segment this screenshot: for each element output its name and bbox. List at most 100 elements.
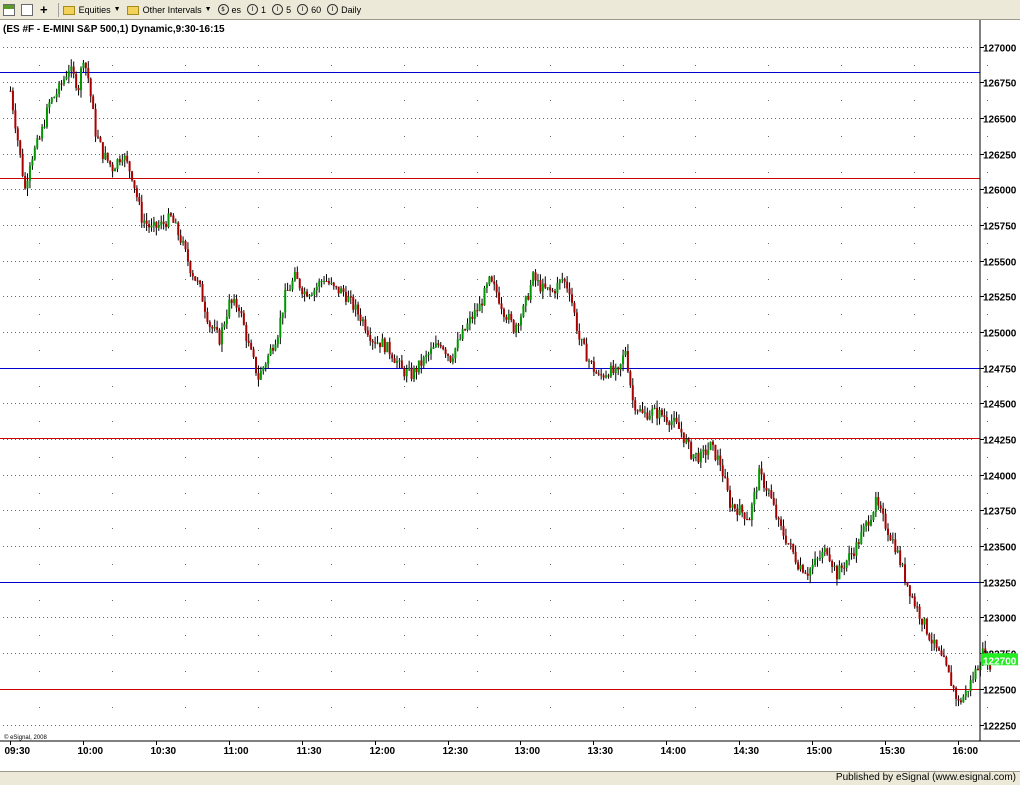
- gridline-dot: [914, 671, 915, 672]
- gridline-dot: [477, 635, 478, 636]
- gridline-dot: [623, 671, 624, 672]
- candle-body-down: [481, 303, 484, 306]
- candle-body-up: [709, 441, 712, 450]
- gridline-dot: [695, 493, 696, 494]
- candle-body-up: [699, 451, 702, 463]
- gridline-dot: [841, 279, 842, 280]
- gridline-dot: [841, 493, 842, 494]
- candle-body-down: [352, 296, 355, 310]
- gridline-dot: [477, 172, 478, 173]
- gridline-dot: [987, 172, 988, 173]
- interval-5-button[interactable]: I 5: [272, 4, 291, 15]
- candle-body-down: [775, 504, 778, 518]
- gridline-dot: [768, 279, 769, 280]
- interval-60-button[interactable]: I 60: [297, 4, 321, 15]
- x-tick-label: 10:30: [151, 746, 177, 757]
- candle-body-down: [388, 341, 391, 355]
- candle-body-down: [374, 342, 377, 344]
- candle-body-up: [694, 452, 697, 455]
- candle-body-down: [736, 508, 739, 515]
- candle-body-up: [50, 98, 53, 103]
- candle-body-down: [976, 668, 979, 671]
- gridline-dot: [39, 65, 40, 66]
- gridline-dot: [112, 207, 113, 208]
- candle-body-up: [425, 355, 428, 358]
- x-tick-label: 12:30: [443, 746, 469, 757]
- other-intervals-dropdown[interactable]: Other Intervals ▼: [126, 5, 212, 15]
- candle-body-down: [534, 272, 537, 281]
- candle-body-up: [753, 492, 756, 505]
- candle-body-down: [245, 324, 248, 341]
- gridline-dot: [331, 671, 332, 672]
- candle-body-down: [201, 284, 204, 302]
- candle-body-down: [585, 343, 588, 362]
- candle-body-up: [315, 286, 318, 291]
- candle-body-up: [809, 568, 812, 576]
- candle-body-down: [493, 281, 496, 285]
- published-label: Published by eSignal (www.esignal.com): [835, 772, 1016, 783]
- gridline-dot: [331, 707, 332, 708]
- candle-body-down: [668, 422, 671, 426]
- gridline-dot: [477, 707, 478, 708]
- gridline-dot: [623, 493, 624, 494]
- candle-body-down: [792, 544, 795, 553]
- candle-body-down: [665, 417, 668, 423]
- candle-body-down: [592, 361, 595, 372]
- gridline-dot: [550, 493, 551, 494]
- gridline-dot: [112, 136, 113, 137]
- candle-body-down: [366, 330, 369, 336]
- candle-body-down: [704, 449, 707, 456]
- candle-body-down: [92, 96, 95, 109]
- gridline-dot: [768, 350, 769, 351]
- candle-body-down: [145, 220, 148, 225]
- plus-icon[interactable]: +: [40, 3, 48, 16]
- candle-body-up: [233, 298, 236, 304]
- gridline-dot: [258, 172, 259, 173]
- gridline-dot: [695, 671, 696, 672]
- candle-body-up: [816, 558, 819, 560]
- chart-window-icon[interactable]: [3, 3, 15, 16]
- gridline-dot: [404, 671, 405, 672]
- candle-body-down: [780, 519, 783, 526]
- candle-body-up: [673, 417, 676, 421]
- gridline-dot: [768, 207, 769, 208]
- candle-body-down: [337, 286, 340, 294]
- candle-body-up: [459, 339, 462, 341]
- candle-body-down: [72, 66, 75, 75]
- candle-body-up: [395, 361, 398, 363]
- candle-body-up: [755, 490, 758, 493]
- symbol-button[interactable]: $ es: [217, 4, 242, 15]
- candle-body-down: [490, 276, 493, 282]
- gridline-dot: [550, 707, 551, 708]
- candle-body-up: [767, 490, 770, 492]
- candle-body-down: [177, 222, 180, 236]
- candle-body-down: [371, 340, 374, 343]
- price-chart[interactable]: 127000 126750 126500 126250 126000 125750 1255…: [0, 20, 1020, 771]
- interval-1-button[interactable]: I 1: [247, 4, 266, 15]
- x-tick-label: 14:00: [661, 746, 687, 757]
- candle-body-down: [240, 311, 243, 314]
- y-tick-label: 125250: [983, 293, 1017, 304]
- candle-body-up: [823, 548, 826, 553]
- toolbar: + Equities ▼ Other Intervals ▼ $ es I 1 …: [0, 0, 1020, 20]
- candle-body-down: [741, 505, 744, 513]
- gridline-dot: [331, 172, 332, 173]
- candle-body-down: [439, 344, 442, 347]
- page-icon[interactable]: [21, 3, 33, 16]
- candle-body-down: [711, 441, 714, 445]
- candle-body-down: [930, 639, 933, 644]
- gridline-dot: [914, 136, 915, 137]
- gridline-dot: [477, 136, 478, 137]
- symbol-label: es: [231, 4, 242, 15]
- gridline-dot: [550, 136, 551, 137]
- candle-body-up: [308, 295, 311, 297]
- candle-body-up: [522, 305, 525, 317]
- candle-body-up: [619, 363, 622, 370]
- candle-body-down: [378, 342, 381, 348]
- candle-body-up: [515, 324, 518, 333]
- interval-daily-button[interactable]: I Daily: [327, 4, 361, 15]
- equities-dropdown[interactable]: Equities ▼: [62, 5, 121, 15]
- gridline-dot: [185, 172, 186, 173]
- candle-body-down: [298, 278, 301, 289]
- gridline-dot: [914, 100, 915, 101]
